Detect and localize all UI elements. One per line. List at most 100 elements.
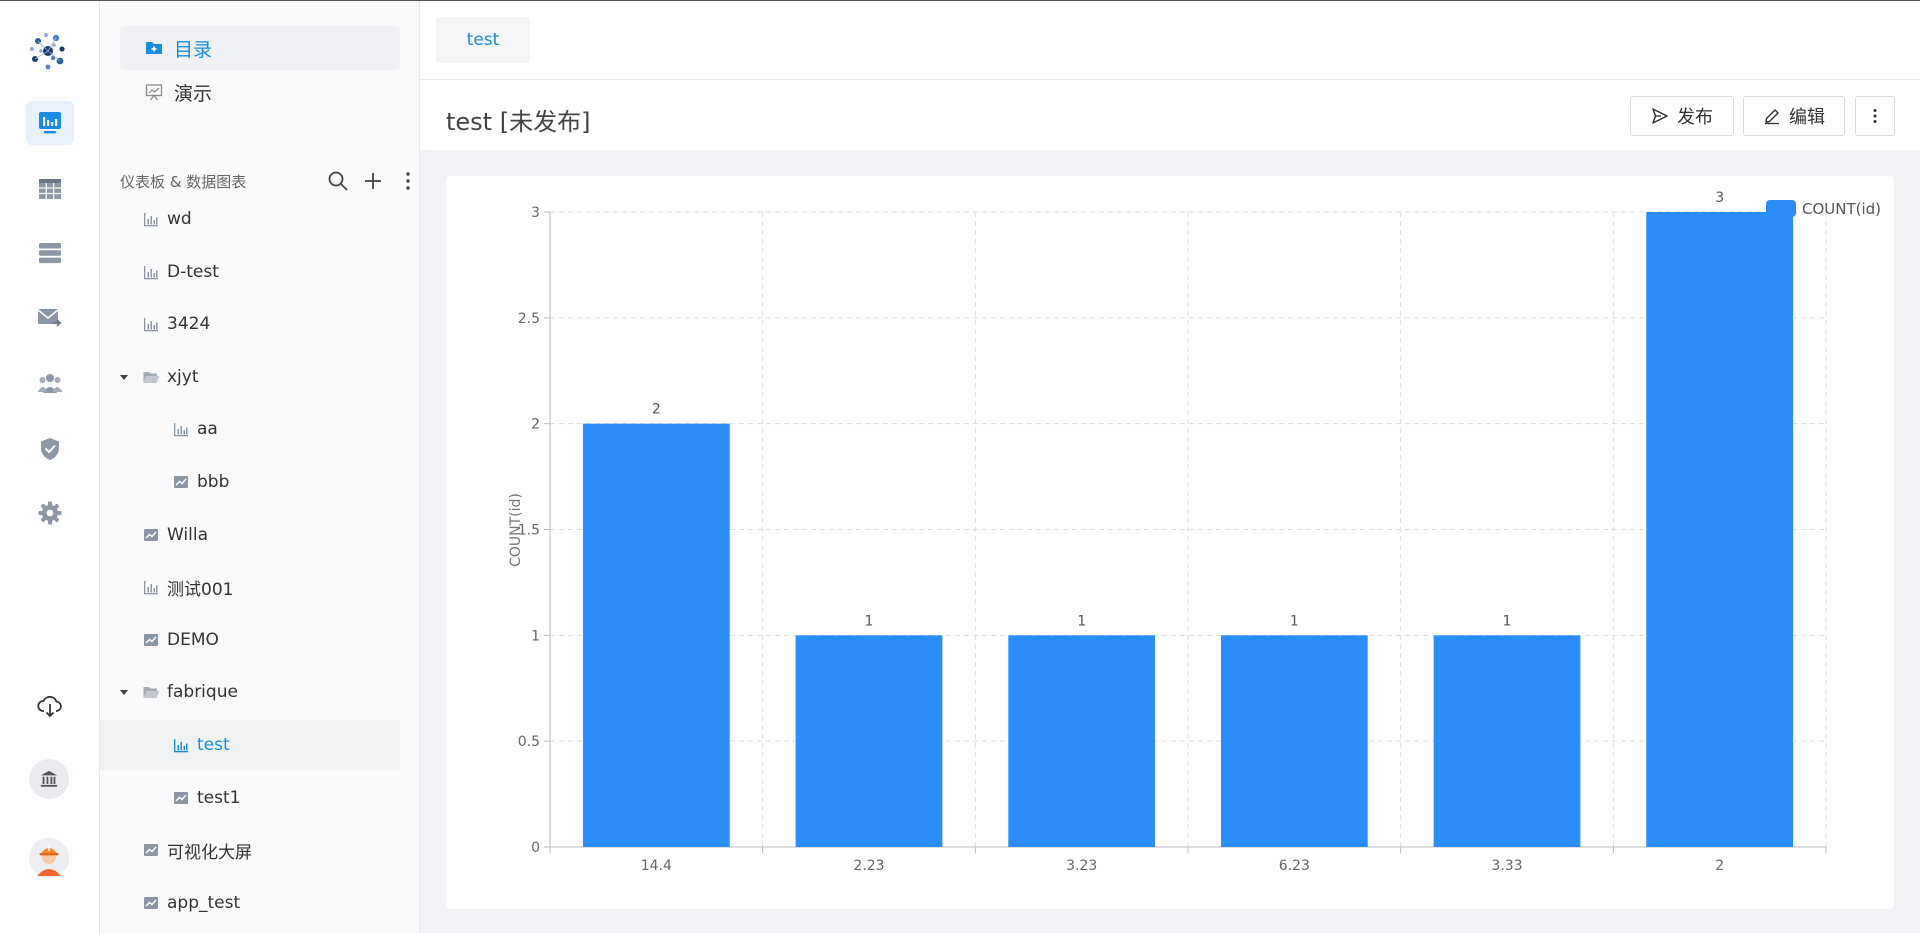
tree-item[interactable]: Willa <box>100 510 400 560</box>
caret-down-icon[interactable] <box>116 684 132 700</box>
legend-label: COUNT(id) <box>1802 200 1881 218</box>
bar-chart-icon <box>174 423 188 437</box>
tree-item[interactable]: test1 <box>100 773 400 823</box>
tree-folder[interactable]: xjyt <box>100 352 400 402</box>
edit-pencil-icon <box>1765 109 1779 125</box>
worker-avatar-icon <box>29 838 69 878</box>
nav-item-label: 演示 <box>174 82 213 105</box>
nav-item-label: 目录 <box>174 38 213 61</box>
y-tick-label: 0.5 <box>518 734 540 750</box>
table-grid-icon <box>39 179 61 199</box>
data-label: 2 <box>652 402 661 418</box>
section-header: 仪表板 & 数据图表 <box>120 169 420 193</box>
tree-item[interactable]: test <box>100 720 400 770</box>
rail-schedule-button[interactable] <box>26 295 74 339</box>
tab-test[interactable]: test <box>436 17 530 63</box>
x-tick-label: 6.23 <box>1279 858 1310 874</box>
bar <box>1220 635 1368 847</box>
line-chart-icon <box>144 844 158 857</box>
tree-item-label: xjyt <box>167 366 199 387</box>
database-stack-icon <box>39 243 61 264</box>
tree-item-label: DEMO <box>167 629 219 650</box>
folder-open-icon <box>143 687 160 699</box>
users-group-icon <box>37 374 63 393</box>
tree-item[interactable]: app_test <box>100 878 400 921</box>
mail-send-icon <box>37 309 62 327</box>
more-button[interactable] <box>396 169 420 193</box>
legend-swatch <box>1766 200 1796 217</box>
section-title: 仪表板 & 数据图表 <box>120 172 247 191</box>
rail-table-button[interactable] <box>26 167 74 211</box>
data-label: 1 <box>1077 613 1086 629</box>
tree-item[interactable]: 可视化大屏 <box>100 825 400 875</box>
send-icon <box>1652 108 1668 124</box>
dashboard-icon <box>39 112 61 134</box>
app-logo-icon[interactable] <box>26 29 70 73</box>
caret-down-icon[interactable] <box>116 369 132 385</box>
line-chart-icon <box>144 633 158 646</box>
nav-item-presentation[interactable]: 演示 <box>120 70 400 114</box>
more-actions-button[interactable] <box>1855 96 1895 136</box>
rail-source-button[interactable] <box>26 231 74 275</box>
bar-chart-icon <box>144 213 158 227</box>
catalog-panel: 目录 演示 仪表板 & 数据图表 wd D-test 3424 xjyt aa … <box>100 1 518 933</box>
tree-item-label: 3424 <box>167 314 211 335</box>
tree-item[interactable]: DEMO <box>100 615 400 665</box>
data-label: 3 <box>1715 190 1724 206</box>
rail-organization-button[interactable] <box>29 759 69 799</box>
rail-permission-button[interactable] <box>26 427 74 471</box>
x-tick-label: 2.23 <box>853 858 884 874</box>
search-button[interactable] <box>326 169 350 193</box>
bar <box>795 635 943 847</box>
cloud-download-icon <box>37 695 62 718</box>
bar <box>1646 212 1794 847</box>
nav-item-catalog[interactable]: 目录 <box>120 26 400 70</box>
add-button[interactable] <box>361 169 385 193</box>
y-tick-label: 0 <box>531 840 540 856</box>
bar-chart-icon <box>144 265 158 279</box>
x-tick-label: 14.4 <box>641 858 672 874</box>
x-tick-label: 3.33 <box>1491 858 1522 874</box>
rail-download-button[interactable] <box>26 684 74 728</box>
gear-icon <box>38 501 62 525</box>
page-title: test [未发布] <box>446 108 591 136</box>
rail-settings-button[interactable] <box>26 491 74 535</box>
tree-item-label: 可视化大屏 <box>167 842 252 863</box>
user-avatar[interactable] <box>29 838 69 878</box>
tree-item[interactable]: aa <box>100 404 400 454</box>
rail-dashboard-button[interactable] <box>26 101 74 145</box>
edit-button[interactable]: 编辑 <box>1743 96 1845 136</box>
tree-item[interactable]: 3424 <box>100 299 400 349</box>
folder-open-icon <box>143 371 160 383</box>
tree-item[interactable]: 测试001 <box>100 562 400 612</box>
publish-label: 发布 <box>1677 107 1713 128</box>
folder-add-icon <box>146 42 162 54</box>
tree-item[interactable]: bbb <box>100 457 400 507</box>
publish-button[interactable]: 发布 <box>1630 96 1734 136</box>
tree-item[interactable]: D-test <box>100 247 400 297</box>
tree-item-label: test <box>197 735 230 755</box>
bar-chart-icon <box>144 581 158 595</box>
tree-item-label: app_test <box>167 892 241 913</box>
shield-check-icon <box>41 438 59 460</box>
tree-item-label: 测试001 <box>167 579 234 600</box>
tree-item-label: wd <box>167 211 192 229</box>
tab-bar: test <box>420 1 1920 80</box>
bar-chart-icon <box>144 318 158 332</box>
tree-item[interactable]: wd <box>100 211 400 244</box>
bar <box>582 423 730 847</box>
tree-folder[interactable]: fabrique <box>100 667 400 717</box>
presentation-icon <box>145 84 163 101</box>
y-tick-label: 2.5 <box>518 311 540 327</box>
plus-icon <box>365 173 381 189</box>
line-chart-icon <box>144 528 158 541</box>
rail-members-button[interactable] <box>26 361 74 405</box>
